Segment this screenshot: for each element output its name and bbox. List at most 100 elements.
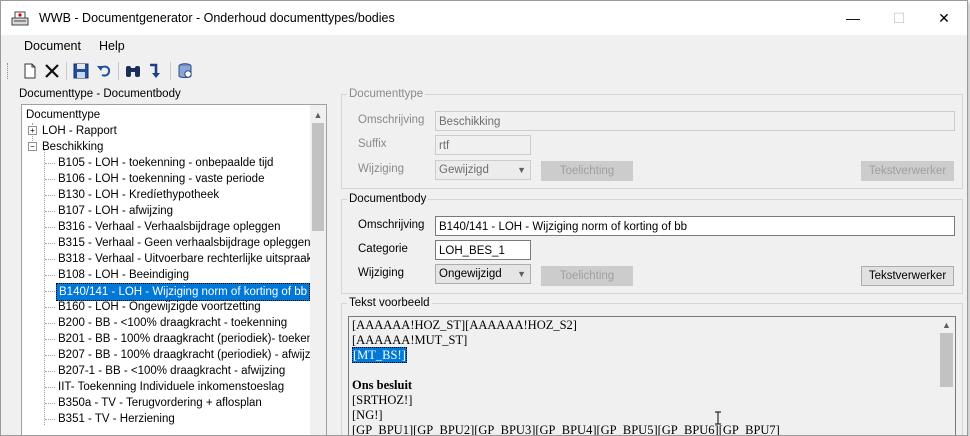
- tree-connector: [45, 355, 55, 356]
- documenttype-omschrijving-label: Omschrijving: [358, 114, 425, 126]
- tree-connector: [45, 371, 55, 372]
- text-line: [MT_BS!]: [352, 347, 407, 363]
- documenttype-tekstverwerker-button[interactable]: Tekstverwerker: [861, 161, 954, 181]
- documentbody-omschrijving-label: Omschrijving: [358, 219, 425, 231]
- chevron-down-icon: ▼: [517, 269, 526, 279]
- tree-connector: [45, 387, 55, 388]
- tree-item[interactable]: B160 - LOH - Ongewijzigde voortzetting: [58, 299, 261, 315]
- toolbar: [1, 57, 967, 85]
- tekst-voorbeeld-title: Tekst voorbeeld: [347, 297, 432, 309]
- tree-item[interactable]: B130 - LOH - Kredíethypotheek: [58, 187, 219, 203]
- tree-connector: [44, 149, 45, 425]
- tree-item[interactable]: B107 - LOH - afwijzing: [58, 203, 173, 219]
- tree-connector: [45, 291, 55, 292]
- tree-item[interactable]: B318 - Verhaal - Uitvoerbare rechterlijk…: [58, 251, 312, 267]
- tree-item[interactable]: IIT- Toekenning Individuele inkomenstoes…: [58, 379, 284, 395]
- tree-item[interactable]: B207 - BB - 100% draagkracht (periodiek)…: [58, 347, 326, 363]
- menu-help[interactable]: Help: [99, 39, 125, 53]
- documenttype-suffix-field[interactable]: rtf: [435, 135, 531, 155]
- toolbar-separator: [170, 62, 171, 80]
- window-title: WWB - Documentgenerator - Onderhoud docu…: [39, 11, 395, 25]
- tree-item[interactable]: B200 - BB - <100% draagkracht - toekenni…: [58, 315, 287, 331]
- tree-connector: [45, 243, 55, 244]
- tree-group-beschikking[interactable]: Beschikking: [42, 139, 103, 155]
- documentbody-omschrijving-field[interactable]: B140/141 - LOH - Wijziging norm of korti…: [435, 216, 955, 236]
- tree-connector: [45, 163, 55, 164]
- menu-document[interactable]: Document: [24, 39, 81, 53]
- tree-connector: [45, 211, 55, 212]
- tree-item[interactable]: B350a - TV - Terugvordering + aflosplan: [58, 395, 262, 411]
- documenttype-omschrijving-field[interactable]: Beschikking: [435, 111, 955, 131]
- documentbody-tekstverwerker-button[interactable]: Tekstverwerker: [861, 266, 954, 286]
- close-button[interactable]: ✕: [921, 1, 967, 35]
- text-cursor-icon: [715, 411, 721, 425]
- tree-item[interactable]: B108 - LOH - Beeindiging: [58, 267, 189, 283]
- documentbody-wijziging-select[interactable]: Ongewijzigd ▼: [435, 264, 531, 284]
- chevron-down-icon: ▼: [517, 165, 526, 175]
- text-line: [AAAAAA!HOZ_ST][AAAAAA!HOZ_S2]: [352, 318, 577, 333]
- scroll-up-icon[interactable]: ▲: [938, 317, 955, 333]
- text-line: Ons besluit: [352, 378, 412, 393]
- documenttype-toelichting-button[interactable]: Toelichting: [541, 161, 633, 181]
- title-bar: WWB - Documentgenerator - Onderhoud docu…: [1, 1, 967, 35]
- tree-item[interactable]: B316 - Verhaal - Verhaalsbijdrage oplegg…: [58, 219, 281, 235]
- tree-scrollbar[interactable]: ▲: [310, 105, 326, 435]
- save-icon[interactable]: [72, 62, 90, 80]
- tree-connector: [45, 179, 55, 180]
- database-icon[interactable]: [176, 62, 194, 80]
- documentbody-categorie-label: Categorie: [358, 243, 408, 255]
- tree-root[interactable]: Documenttype: [26, 107, 100, 123]
- tree-item[interactable]: B351 - TV - Herziening: [58, 411, 175, 427]
- tree-connector: [45, 227, 55, 228]
- main-window: WWB - Documentgenerator - Onderhoud docu…: [0, 0, 968, 436]
- text-line-content: [AAAAAA!MUT_ST]: [352, 333, 468, 347]
- documenttype-suffix-label: Suffix: [358, 138, 387, 150]
- documentbody-wijziging-label: Wijziging: [358, 267, 405, 279]
- tekst-voorbeeld-textarea[interactable]: [AAAAAA!HOZ_ST][AAAAAA!HOZ_S2] [AAAAAA!MU…: [348, 316, 956, 435]
- tree-connector: [45, 339, 55, 340]
- tree-item[interactable]: B106 - LOH - toekenning - vaste periode: [58, 171, 264, 187]
- tree-item[interactable]: B105 - LOH - toekenning - onbepaalde tij…: [58, 155, 273, 171]
- tree-item[interactable]: B201 - BB - 100% draagkracht (periodiek)…: [58, 331, 326, 347]
- delete-icon[interactable]: [43, 62, 61, 80]
- tree-connector: [45, 259, 55, 260]
- new-document-icon[interactable]: [21, 62, 39, 80]
- documenttype-wijziging-label: Wijziging: [358, 163, 405, 175]
- documenttype-wijziging-select[interactable]: Gewijzigd ▼: [435, 160, 531, 180]
- collapse-icon[interactable]: −: [28, 142, 37, 151]
- app-icon: [11, 11, 29, 26]
- tree-group-loh-rapport[interactable]: LOH - Rapport: [42, 123, 117, 139]
- tree-label: Documenttype - Documentbody: [19, 88, 181, 100]
- toolbar-grip: [7, 63, 10, 79]
- scrollbar-thumb[interactable]: [312, 123, 324, 231]
- documentbody-group-title: Documentbody: [347, 193, 429, 205]
- scroll-up-icon[interactable]: ▲: [310, 107, 326, 123]
- text-line-content: [NG!]: [352, 408, 383, 422]
- text-line: [NG!]: [352, 408, 383, 423]
- tree-item[interactable]: B315 - Verhaal - Geen verhaalsbijdrage o…: [58, 235, 311, 251]
- text-line: [AAAAAA!MUT_ST]: [352, 333, 467, 348]
- documenttype-wijziging-value: Gewijzigd: [439, 164, 489, 176]
- scrollbar-thumb[interactable]: [940, 333, 953, 387]
- text-line-content: [AAAAAA!HOZ_ST][AAAAAA!HOZ_S2]: [352, 318, 577, 332]
- goto-icon[interactable]: [147, 62, 165, 80]
- documentbody-toelichting-button[interactable]: Toelichting: [541, 266, 633, 286]
- textarea-scrollbar[interactable]: ▲: [938, 317, 955, 435]
- selected-text: [MT_BS!]: [352, 347, 407, 363]
- document-tree[interactable]: Documenttype + LOH - Rapport − Beschikki…: [21, 104, 327, 435]
- tree-connector: [45, 419, 55, 420]
- toolbar-separator: [118, 62, 119, 80]
- expand-icon[interactable]: +: [28, 126, 37, 135]
- tree-connector: [45, 275, 55, 276]
- undo-icon[interactable]: [95, 62, 113, 80]
- minimize-button[interactable]: —: [830, 1, 876, 35]
- menu-bar: Document Help: [1, 35, 967, 57]
- text-line-content: [SRTHOZ!]: [352, 393, 413, 407]
- documentbody-wijziging-value: Ongewijzigd: [439, 268, 502, 280]
- text-line-content: Ons besluit: [352, 378, 413, 392]
- documentbody-categorie-field[interactable]: LOH_BES_1: [435, 240, 531, 260]
- find-icon[interactable]: [124, 62, 142, 80]
- maximize-button[interactable]: ☐: [876, 1, 922, 35]
- tree-connector: [45, 403, 55, 404]
- tree-item[interactable]: B207-1 - BB - <100% draagkracht - afwijz…: [58, 363, 285, 379]
